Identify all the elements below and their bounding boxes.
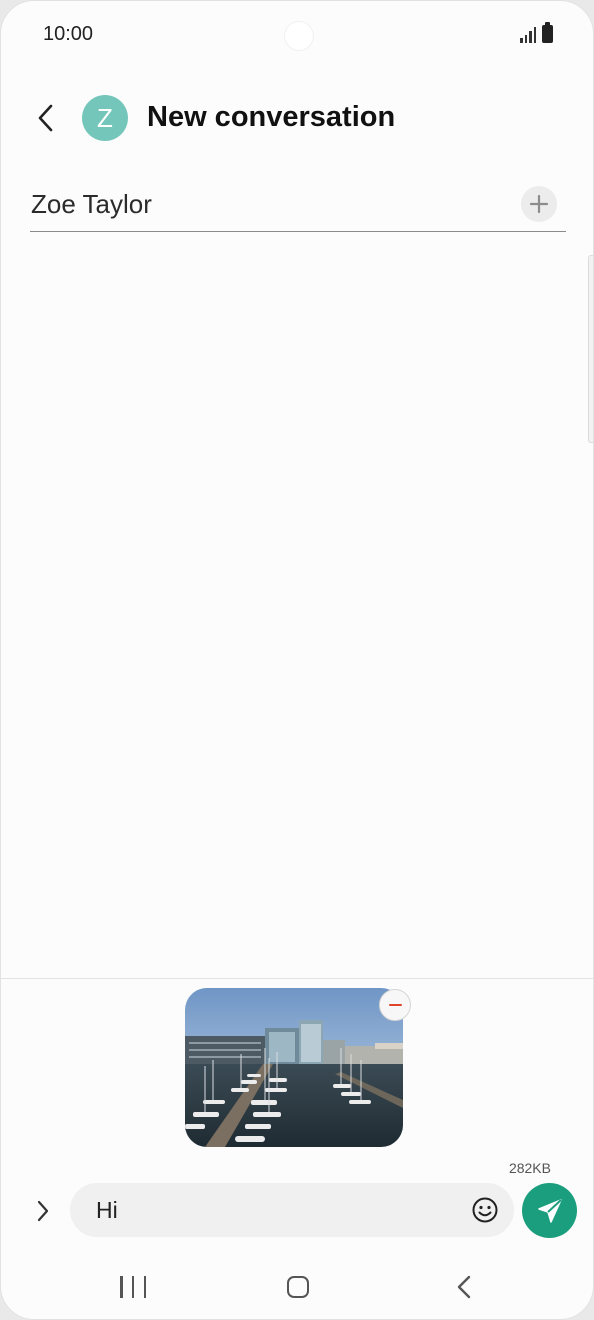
home-icon [287, 1276, 309, 1298]
battery-icon [542, 22, 553, 43]
front-camera [284, 21, 314, 51]
recipient-field[interactable]: Zoe Taylor [30, 185, 566, 232]
composer-divider [1, 978, 593, 979]
nav-back-button[interactable] [450, 1273, 478, 1301]
recipient-name: Zoe Taylor [31, 189, 152, 219]
status-time: 10:00 [43, 23, 94, 45]
message-input[interactable] [96, 1197, 456, 1224]
add-recipient-button[interactable] [521, 186, 557, 222]
send-button[interactable] [522, 1183, 577, 1238]
marina-photo [185, 988, 403, 1147]
signal-icon [520, 27, 536, 43]
scroll-handle[interactable] [588, 255, 593, 443]
send-icon [537, 1198, 562, 1223]
expand-options-button[interactable] [27, 1194, 59, 1228]
page-title: New conversation [147, 101, 396, 133]
chevron-right-icon [37, 1200, 49, 1222]
plus-icon [529, 194, 549, 214]
phone-screen: 10:00 Z New conversation Zoe Taylor 282K… [0, 0, 594, 1320]
status-icons [520, 22, 553, 43]
recent-apps-icon [120, 1276, 123, 1298]
attachment-image[interactable] [185, 988, 403, 1147]
recent-apps-button[interactable] [120, 1273, 146, 1301]
minus-icon [388, 1003, 402, 1007]
remove-attachment-button[interactable] [379, 989, 411, 1021]
emoji-button[interactable] [470, 1195, 500, 1225]
attachment-size: 282KB [508, 1160, 551, 1176]
home-button[interactable] [285, 1274, 311, 1300]
avatar[interactable]: Z [82, 95, 128, 141]
back-arrow-icon [38, 104, 53, 132]
smiley-icon [472, 1197, 498, 1223]
back-icon [457, 1275, 471, 1299]
message-input-container [70, 1183, 514, 1237]
back-button[interactable] [25, 97, 67, 139]
